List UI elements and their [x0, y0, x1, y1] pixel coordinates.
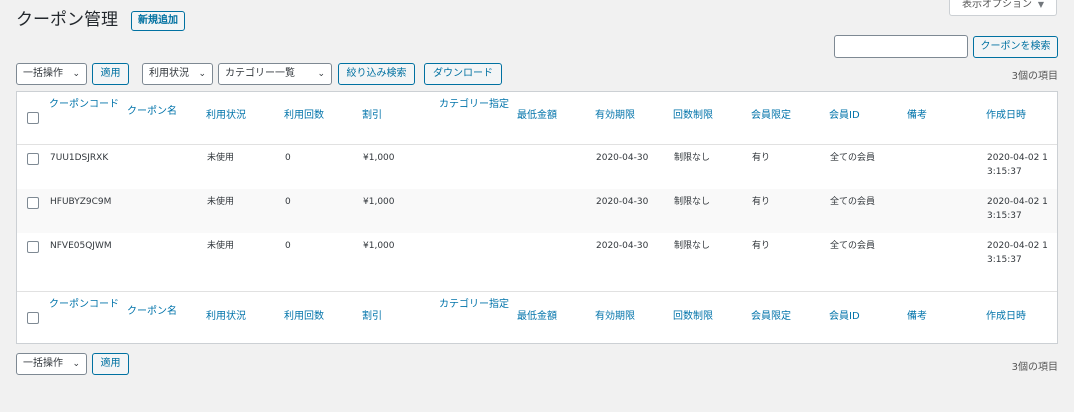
bulk-action-selected: 一括操作: [23, 68, 63, 79]
bulk-action-selected: 一括操作: [23, 358, 63, 369]
cell-members-only: 有り: [752, 241, 771, 251]
column-status[interactable]: 利用状況: [206, 310, 246, 324]
column-coupon-code[interactable]: クーポンコード: [49, 98, 125, 112]
add-new-button[interactable]: 新規追加: [131, 11, 185, 31]
apply-button-top[interactable]: 適用: [92, 63, 129, 85]
cell-expiry: 2020-04-30: [596, 241, 649, 251]
column-expiry[interactable]: 有効期限: [595, 310, 635, 324]
cell-created-at: 2020-04-02 13:15:37: [987, 153, 1048, 177]
items-count-top: 3個の項目: [1011, 71, 1058, 82]
chevron-down-icon: ⌄: [72, 69, 80, 79]
cell-discount: ¥1,000: [363, 197, 395, 207]
category-filter-select[interactable]: カテゴリー一覧 ⌄: [218, 63, 332, 85]
bulk-action-select-top[interactable]: 一括操作 ⌄: [16, 63, 87, 85]
row-checkbox[interactable]: [27, 241, 39, 253]
column-category[interactable]: カテゴリー指定: [439, 298, 509, 312]
column-note[interactable]: 備考: [907, 109, 927, 123]
column-min-amount[interactable]: 最低金額: [517, 310, 557, 324]
cell-use-count: 0: [285, 241, 291, 251]
column-limit[interactable]: 回数制限: [673, 310, 713, 324]
table-row: 7UU1DSJRXK 未使用 0 ¥1,000 2020-04-30 制限なし …: [17, 145, 1057, 189]
table-row: NFVE05QJWM 未使用 0 ¥1,000 2020-04-30 制限なし …: [17, 233, 1057, 291]
cell-discount: ¥1,000: [363, 153, 395, 163]
row-checkbox[interactable]: [27, 153, 39, 165]
coupon-search-button[interactable]: クーポンを検索: [973, 36, 1058, 58]
cell-limit: 制限なし: [674, 241, 711, 251]
select-all-checkbox[interactable]: [27, 312, 39, 324]
items-count-bottom: 3個の項目: [1011, 362, 1058, 373]
cell-limit: 制限なし: [674, 197, 711, 207]
cell-member-id: 全ての会員: [830, 241, 876, 251]
category-filter-selected: カテゴリー一覧: [225, 68, 295, 79]
coupon-search-input[interactable]: [834, 35, 968, 58]
column-use-count[interactable]: 利用回数: [284, 109, 324, 123]
cell-created-at: 2020-04-02 13:15:37: [987, 197, 1048, 221]
column-limit[interactable]: 回数制限: [673, 109, 713, 123]
cell-status: 未使用: [207, 197, 235, 207]
cell-member-id: 全ての会員: [830, 153, 876, 163]
column-member-id[interactable]: 会員ID: [829, 109, 860, 123]
bulk-action-select-bottom[interactable]: 一括操作 ⌄: [16, 353, 87, 375]
table-header-row: クーポンコード クーポン名 利用状況 利用回数 割引 カテゴリー指定 最低金額 …: [17, 92, 1057, 145]
chevron-down-icon: ⌄: [72, 359, 80, 369]
column-members-only[interactable]: 会員限定: [751, 310, 791, 324]
column-note[interactable]: 備考: [907, 310, 927, 324]
status-filter-select[interactable]: 利用状況 ⌄: [142, 63, 213, 85]
column-category[interactable]: カテゴリー指定: [439, 98, 509, 112]
apply-button-bottom[interactable]: 適用: [92, 353, 129, 375]
table-footer-row: クーポンコード クーポン名 利用状況 利用回数 割引 カテゴリー指定 最低金額 …: [17, 291, 1057, 343]
cell-member-id: 全ての会員: [830, 197, 876, 207]
cell-use-count: 0: [285, 197, 291, 207]
select-all-checkbox[interactable]: [27, 112, 39, 124]
status-filter-selected: 利用状況: [149, 68, 189, 79]
cell-coupon-code[interactable]: 7UU1DSJRXK: [50, 151, 108, 165]
screen-options-button[interactable]: 表示オプション ▼: [949, 0, 1057, 16]
chevron-down-icon: ⌄: [317, 69, 325, 79]
filter-button[interactable]: 絞り込み検索: [338, 63, 415, 85]
cell-status: 未使用: [207, 241, 235, 251]
caret-down-icon: ▼: [1037, 0, 1044, 9]
column-discount[interactable]: 割引: [362, 109, 382, 123]
column-created-at[interactable]: 作成日時: [986, 310, 1026, 324]
cell-limit: 制限なし: [674, 153, 711, 163]
column-expiry[interactable]: 有効期限: [595, 109, 635, 123]
coupon-table: クーポンコード クーポン名 利用状況 利用回数 割引 カテゴリー指定 最低金額 …: [16, 91, 1058, 344]
table-row: HFUBYZ9C9M 未使用 0 ¥1,000 2020-04-30 制限なし …: [17, 189, 1057, 233]
cell-expiry: 2020-04-30: [596, 197, 649, 207]
column-status[interactable]: 利用状況: [206, 109, 246, 123]
cell-expiry: 2020-04-30: [596, 153, 649, 163]
column-created-at[interactable]: 作成日時: [986, 109, 1026, 123]
column-members-only[interactable]: 会員限定: [751, 109, 791, 123]
cell-members-only: 有り: [752, 197, 771, 207]
chevron-down-icon: ⌄: [198, 69, 206, 79]
cell-coupon-code[interactable]: NFVE05QJWM: [50, 239, 116, 253]
cell-coupon-code[interactable]: HFUBYZ9C9M: [50, 195, 111, 209]
row-checkbox[interactable]: [27, 197, 39, 209]
cell-discount: ¥1,000: [363, 241, 395, 251]
column-coupon-name[interactable]: クーポン名: [127, 105, 177, 119]
column-min-amount[interactable]: 最低金額: [517, 109, 557, 123]
page-title: クーポン管理: [16, 10, 118, 30]
cell-created-at: 2020-04-02 13:15:37: [987, 241, 1048, 265]
column-coupon-name[interactable]: クーポン名: [127, 305, 177, 319]
download-button[interactable]: ダウンロード: [424, 63, 502, 85]
screen-options-label: 表示オプション: [962, 0, 1032, 10]
column-use-count[interactable]: 利用回数: [284, 310, 324, 324]
column-discount[interactable]: 割引: [362, 310, 382, 324]
cell-use-count: 0: [285, 153, 291, 163]
column-member-id[interactable]: 会員ID: [829, 310, 860, 324]
cell-status: 未使用: [207, 153, 235, 163]
column-coupon-code[interactable]: クーポンコード: [49, 298, 125, 312]
cell-members-only: 有り: [752, 153, 771, 163]
